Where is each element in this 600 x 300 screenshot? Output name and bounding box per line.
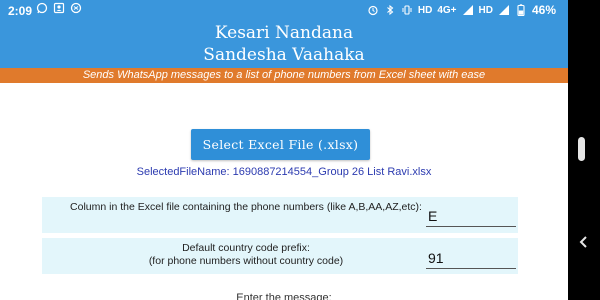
- alarm-icon: [367, 4, 379, 16]
- signal-icon: [462, 4, 474, 16]
- country-code-input[interactable]: [426, 248, 516, 269]
- status-left-icons: [36, 2, 82, 14]
- app-subtitle: Sends WhatsApp messages to a list of pho…: [0, 68, 568, 83]
- vibrate-icon: [401, 4, 413, 16]
- phone-column-label: Column in the Excel file containing the …: [70, 201, 422, 213]
- back-icon[interactable]: [576, 232, 592, 252]
- hd-label-2: HD: [478, 4, 493, 16]
- network-label: 4G+: [437, 4, 457, 16]
- battery-percent: 46%: [531, 3, 556, 17]
- country-code-label: Default country code prefix: (for phone …: [70, 242, 422, 268]
- system-nav-bar: [568, 0, 600, 300]
- phone-column-input[interactable]: [426, 206, 516, 227]
- app-title-line2: Sandesha Vaahaka: [203, 45, 365, 65]
- select-excel-file-button[interactable]: Select Excel File (.xlsx): [191, 129, 370, 160]
- sync-icon: [70, 2, 82, 14]
- battery-icon: [515, 4, 527, 17]
- country-code-row: Default country code prefix: (for phone …: [42, 238, 518, 274]
- whatsapp-icon: [36, 2, 48, 14]
- status-bar: 2:09 HD 4G+ HD 46%: [0, 0, 568, 22]
- enter-message-label: Enter the message:: [236, 292, 332, 300]
- status-right-icons: HD 4G+ HD 46%: [367, 3, 556, 17]
- country-code-label-line2: (for phone numbers without country code): [148, 255, 344, 267]
- status-time: 2:09: [8, 4, 33, 18]
- signal-icon: [498, 4, 510, 16]
- country-code-label-line1: Default country code prefix:: [182, 242, 310, 254]
- bluetooth-icon: [384, 4, 396, 16]
- selected-file-name: SelectedFileName: 1690887214554_Group 26…: [136, 166, 432, 178]
- app-header: 2:09 HD 4G+ HD 46% Kesari Nandana Sandes…: [0, 0, 568, 68]
- home-handle-icon[interactable]: [578, 137, 585, 161]
- contact-icon: [53, 2, 65, 14]
- hd-label: HD: [417, 4, 433, 16]
- app-title-line1: Kesari Nandana: [214, 23, 354, 43]
- phone-column-row: Column in the Excel file containing the …: [42, 197, 518, 233]
- app-screen: 2:09 HD 4G+ HD 46% Kesari Nandana Sandes…: [0, 0, 568, 300]
- app-title: Kesari Nandana Sandesha Vaahaka: [0, 22, 568, 66]
